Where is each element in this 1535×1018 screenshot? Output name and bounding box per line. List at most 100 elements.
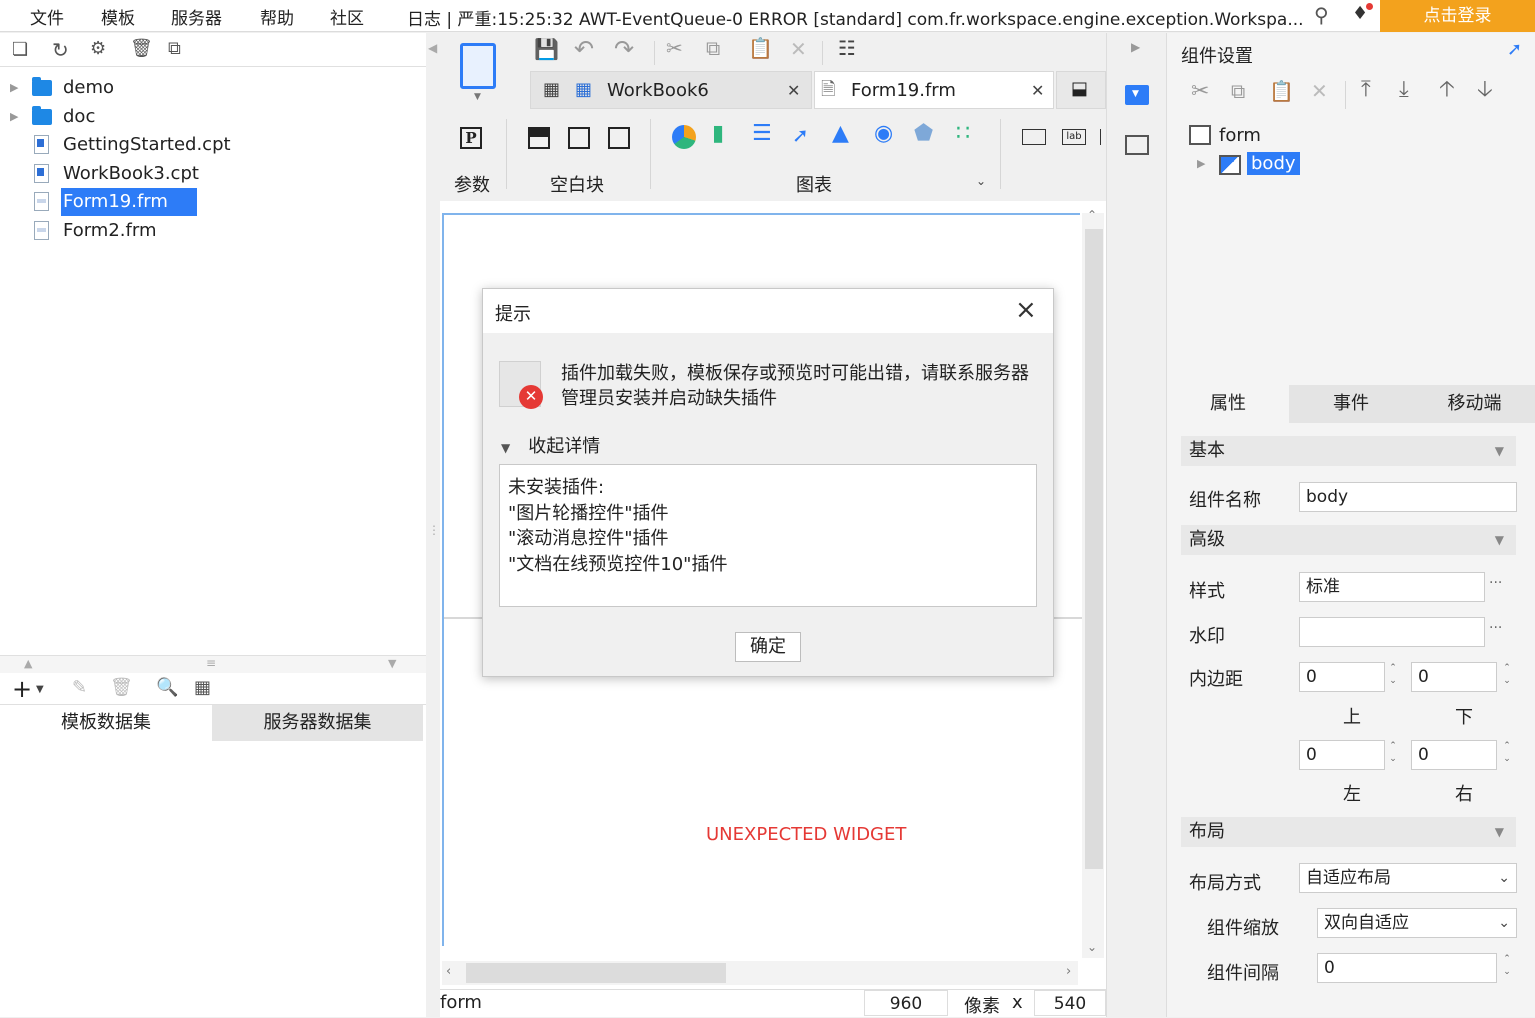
copy-icon[interactable]: ⧉ — [706, 38, 720, 58]
undo-icon[interactable]: ↶ — [574, 37, 594, 61]
padding-right-input[interactable]: 0 — [1411, 740, 1497, 770]
text-format-icon[interactable]: ☷ — [838, 38, 856, 58]
padding-left-input[interactable]: 0 — [1299, 740, 1385, 770]
gap-input[interactable]: 0 — [1317, 953, 1497, 983]
padding-bottom-stepper[interactable]: ⌃ ⌄ — [1497, 662, 1517, 692]
cut-icon[interactable]: ✂ — [1191, 81, 1209, 103]
delete-icon[interactable]: 🗑 — [130, 40, 153, 58]
tab-events[interactable]: 事件 — [1289, 385, 1413, 423]
layout-icon[interactable] — [1125, 135, 1149, 155]
tab-mobile[interactable]: 移动端 — [1413, 385, 1535, 423]
scroll-right-icon[interactable]: › — [1066, 965, 1071, 978]
param-widget-icon[interactable]: P — [460, 127, 482, 149]
menu-help[interactable]: 帮助 — [260, 4, 294, 29]
radar-chart-icon[interactable]: ⬟ — [914, 123, 933, 145]
log-message[interactable]: 日志 | 严重:15:25:32 AWT-EventQueue-0 ERROR … — [407, 5, 1309, 30]
scroll-left-icon[interactable]: ‹ — [446, 965, 451, 978]
dataset-edit-icon[interactable]: ▦ — [194, 679, 211, 697]
padding-top-stepper[interactable]: ⌃ ⌄ — [1383, 662, 1403, 692]
padding-top-input[interactable]: 0 — [1299, 662, 1385, 692]
move-up-icon[interactable]: 🡡 — [1439, 79, 1455, 101]
tree-item-demo[interactable]: ▶ demo — [0, 74, 426, 102]
close-icon[interactable]: × — [1015, 295, 1037, 325]
panel-splitter[interactable]: ▲ ≡ ▼ — [0, 655, 426, 673]
toggle-details-button[interactable]: ▼ 收起详情 — [501, 432, 600, 458]
add-icon[interactable]: + — [12, 677, 32, 701]
tree-item-workbook3[interactable]: WorkBook3.cpt — [0, 160, 426, 188]
vertical-scrollbar[interactable]: ⌃ ⌄ — [1082, 209, 1104, 958]
padding-bottom-input[interactable]: 0 — [1411, 662, 1497, 692]
tab-list-button[interactable]: ⬓ — [1056, 71, 1106, 109]
widget-library-icon[interactable] — [460, 43, 496, 89]
chevron-down-icon[interactable]: ⌄ — [976, 175, 986, 187]
move-top-icon[interactable]: ⤒ — [1361, 79, 1371, 101]
blank-block-icon[interactable] — [528, 127, 550, 149]
settings-icon[interactable]: ⚙ — [90, 40, 106, 58]
horizontal-bar-icon[interactable]: ☰ — [752, 123, 772, 145]
grid-block-icon[interactable] — [608, 127, 630, 149]
save-icon[interactable]: 💾 — [534, 39, 559, 59]
preview-icon[interactable]: 🔍 — [156, 679, 178, 697]
gauge-chart-icon[interactable]: ◉ — [874, 123, 893, 145]
copy-icon[interactable]: ⧉ — [1231, 81, 1245, 101]
details-text-area[interactable]: 未安装插件: "图片轮播控件"插件 "滚动消息控件"插件 "文档在线预览控件10… — [499, 464, 1037, 607]
splitter-handle-icon[interactable]: ⋮ — [428, 524, 440, 536]
refresh-icon[interactable]: ↻ — [52, 40, 69, 60]
tree-node-form[interactable]: form — [1219, 125, 1261, 146]
watermark-input[interactable] — [1299, 617, 1485, 647]
delete-x-icon[interactable]: ✕ — [790, 39, 807, 59]
edit-icon[interactable]: ✎ — [72, 679, 87, 697]
expand-right-icon[interactable]: ▶ — [1131, 41, 1140, 53]
move-down-icon[interactable]: 🡣 — [1477, 79, 1493, 101]
search-icon[interactable]: ⚲ — [1314, 5, 1329, 25]
gap-stepper[interactable]: ⌃ ⌄ — [1497, 953, 1517, 983]
horizontal-scroll-thumb[interactable] — [466, 963, 726, 983]
new-folder-icon[interactable]: ❏ — [12, 41, 28, 59]
tree-item-doc[interactable]: ▶ doc — [0, 103, 426, 131]
tab-properties[interactable]: 属性 — [1167, 385, 1289, 423]
line-chart-icon[interactable]: ➚ — [792, 125, 809, 145]
watermark-more-button[interactable]: ··· — [1489, 620, 1502, 636]
padding-right-stepper[interactable]: ⌃ ⌄ — [1497, 740, 1517, 770]
textbox-widget-icon[interactable] — [1022, 129, 1046, 145]
component-name-input[interactable]: body — [1299, 482, 1517, 512]
canvas-height-input[interactable]: 540 — [1034, 990, 1106, 1016]
vertical-scroll-thumb[interactable] — [1085, 229, 1103, 869]
padding-left-stepper[interactable]: ⌃ ⌄ — [1383, 740, 1403, 770]
component-settings-icon[interactable]: ▼ — [1125, 85, 1149, 105]
expand-arrow-icon[interactable]: ▶ — [10, 74, 18, 102]
area-chart-icon[interactable]: ▲ — [832, 123, 849, 145]
delete-x-icon[interactable]: ✕ — [1311, 81, 1328, 101]
expand-arrow-icon[interactable]: ▶ — [10, 103, 18, 131]
cut-icon[interactable]: ✂ — [666, 38, 683, 58]
scroll-down-icon[interactable]: ⌄ — [1087, 941, 1097, 953]
canvas-width-input[interactable]: 960 — [864, 990, 948, 1016]
tree-item-form19[interactable]: Form19.frm — [0, 188, 426, 216]
section-basic[interactable]: 基本 ▼ — [1181, 436, 1516, 466]
tree-node-body[interactable]: body — [1247, 152, 1300, 175]
menu-server[interactable]: 服务器 — [171, 4, 222, 29]
ok-button[interactable]: 确定 — [735, 632, 801, 662]
menu-community[interactable]: 社区 — [330, 4, 364, 29]
tab-server-dataset[interactable]: 服务器数据集 — [212, 705, 423, 741]
drag-handle-icon[interactable]: ≡ — [206, 657, 216, 669]
collapse-up-icon[interactable]: ▲ — [24, 658, 32, 669]
label-widget-icon[interactable]: lab — [1062, 129, 1086, 145]
style-input[interactable]: 标准 — [1299, 572, 1485, 602]
pie-chart-icon[interactable] — [672, 125, 696, 149]
copy-icon[interactable]: ⧉ — [168, 40, 181, 58]
delete-icon[interactable]: 🗑 — [110, 679, 133, 697]
horizontal-scrollbar[interactable]: ‹ › — [442, 961, 1078, 985]
scatter-chart-icon[interactable]: ∷ — [956, 123, 970, 145]
chevron-down-icon[interactable]: ▼ — [474, 93, 481, 102]
move-bottom-icon[interactable]: ⤓ — [1399, 79, 1409, 101]
menu-template[interactable]: 模板 — [101, 4, 135, 29]
redo-icon[interactable]: ↷ — [614, 37, 634, 61]
collapse-down-icon[interactable]: ▼ — [388, 658, 396, 669]
login-button[interactable]: 点击登录 — [1380, 0, 1535, 32]
chevron-down-icon[interactable]: ▼ — [36, 685, 44, 695]
split-block-icon[interactable] — [568, 127, 590, 149]
bar-chart-icon[interactable]: ▮ — [712, 123, 724, 145]
tab-form19[interactable]: 🗎 Form19.frm ✕ — [814, 71, 1054, 109]
tab-workbook6[interactable]: ▦ ▦ WorkBook6 ✕ — [530, 71, 812, 109]
